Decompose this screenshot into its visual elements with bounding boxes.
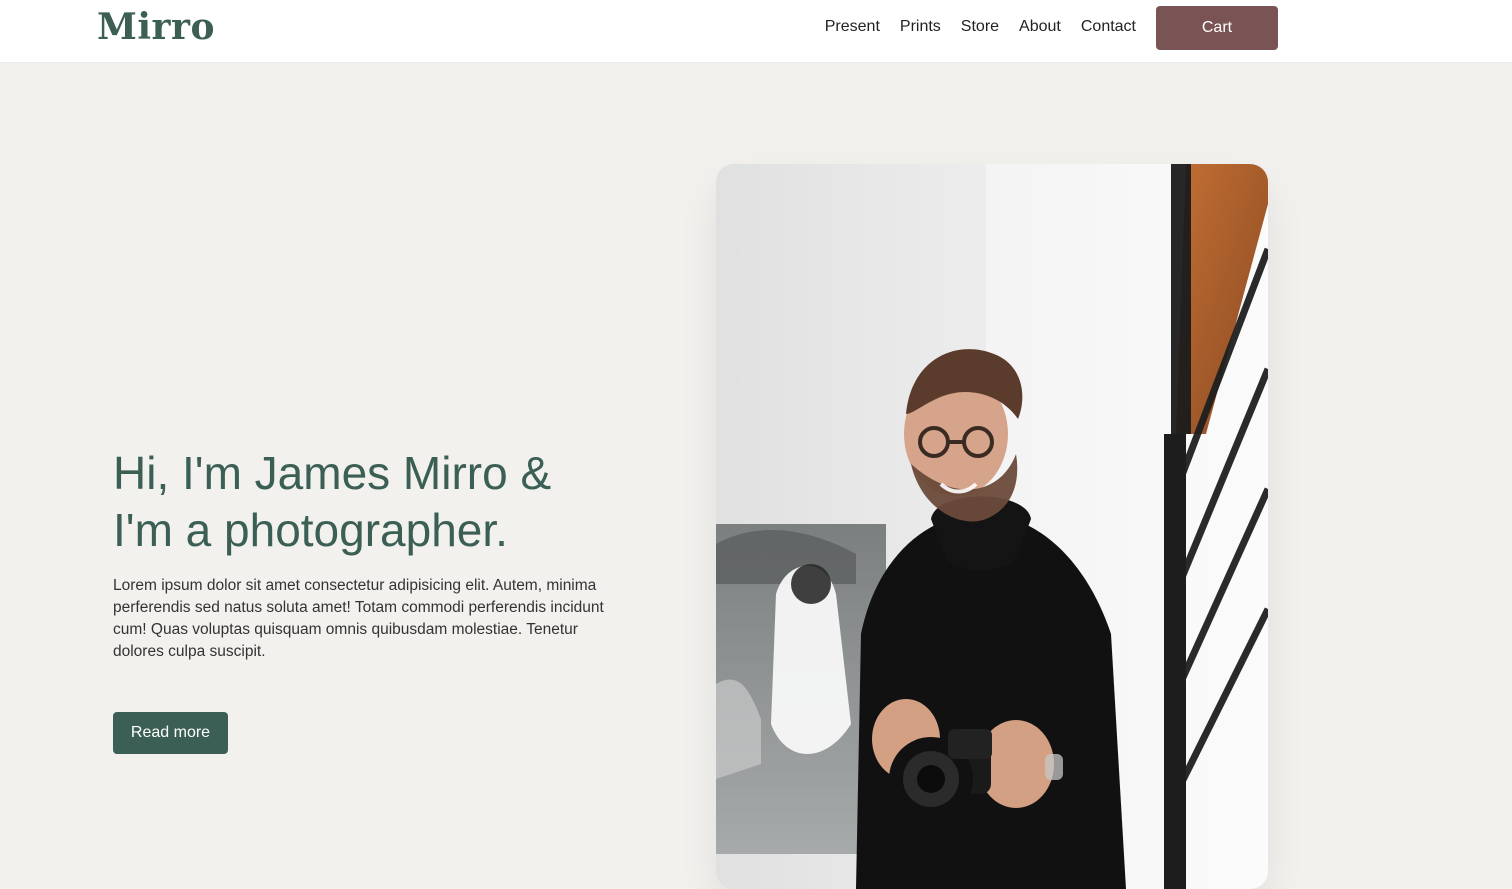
hero-title-line-2: I'm a photographer. [113,504,508,556]
nav-link-about[interactable]: About [1019,17,1061,37]
nav-link-store[interactable]: Store [961,17,999,37]
nav-link-present[interactable]: Present [825,17,880,37]
hero-text: Hi, I'm James Mirro & I'm a photographer… [113,445,633,663]
hero-photo [716,164,1268,889]
nav-link-contact[interactable]: Contact [1081,17,1136,37]
site-logo[interactable]: Mirro [97,6,215,48]
nav-link-prints[interactable]: Prints [900,17,941,37]
hero-body-text: Lorem ipsum dolor sit amet consectetur a… [113,577,604,660]
top-navigation-bar: Mirro Present Prints Store About Contact… [0,0,1512,62]
cart-button[interactable]: Cart [1156,6,1278,50]
hero-photo-illustration [716,164,1268,889]
hero-title: Hi, I'm James Mirro & I'm a photographer… [113,445,633,559]
hero-title-line-1: Hi, I'm James Mirro & [113,447,552,499]
read-more-button[interactable]: Read more [113,712,228,754]
main-nav: Present Prints Store About Contact [825,17,1136,37]
